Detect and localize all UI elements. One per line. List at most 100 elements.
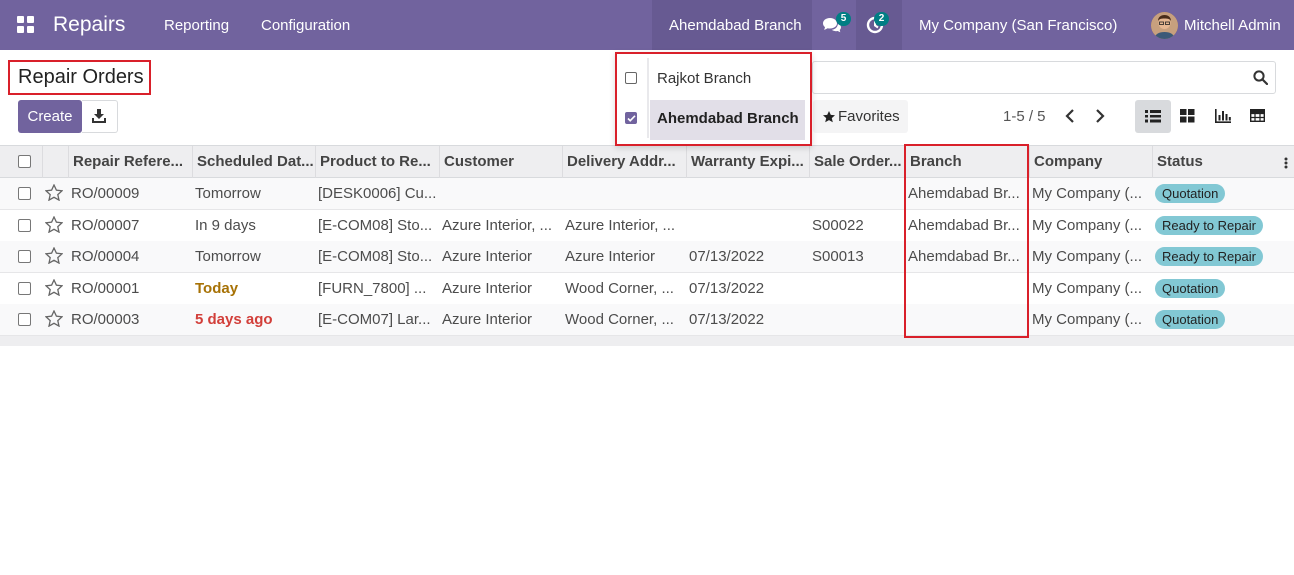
cell-status: Quotation — [1152, 178, 1274, 209]
list-icon — [1145, 110, 1161, 123]
star-outline-icon[interactable] — [45, 278, 63, 296]
column-header-product[interactable]: Product to Re... — [315, 146, 439, 178]
column-header-status[interactable]: Status — [1152, 146, 1274, 178]
table-row[interactable]: RO/00009 Tomorrow [DESK0006] Cu... Ahemdaba… — [0, 178, 1294, 210]
cell-company: My Company (... — [1032, 279, 1143, 297]
column-header-company[interactable]: Company — [1029, 146, 1152, 178]
user-menu[interactable]: Mitchell Admin — [1184, 17, 1281, 34]
kanban-view-button[interactable] — [1170, 100, 1206, 133]
cell-branch: Ahemdabad Br... — [908, 216, 1020, 234]
cell-status: Ready to Repair — [1152, 210, 1274, 241]
branch-option-checkbox[interactable] — [625, 72, 637, 84]
cell-company: My Company (... — [1032, 185, 1143, 202]
cell-delivery-address: Azure Interior, ... — [565, 216, 676, 234]
row-checkbox[interactable] — [18, 250, 31, 263]
cell-reference: RO/00007 — [71, 216, 140, 234]
table-row[interactable]: RO/00001 Today [FURN_7800] ... Azure Interi… — [0, 272, 1294, 305]
table-row[interactable]: RO/00004 Tomorrow [E-COM08] Sto... Azure In… — [0, 241, 1294, 273]
cell-scheduled-date: Tomorrow — [195, 185, 261, 202]
column-header-customer[interactable]: Customer — [439, 146, 562, 178]
export-button[interactable] — [82, 100, 118, 133]
star-outline-icon[interactable] — [45, 184, 63, 201]
apps-menu-icon[interactable] — [17, 16, 35, 34]
favorites-button[interactable]: Favorites — [813, 100, 908, 133]
table-header: Repair Refere... Scheduled Dat... Produc… — [0, 145, 1294, 178]
cell-company: My Company (... — [1032, 248, 1143, 265]
pager-value[interactable]: 1-5 / 5 — [1003, 108, 1046, 125]
column-header-branch[interactable]: Branch — [905, 146, 1029, 178]
cell-customer: Azure Interior — [442, 248, 533, 265]
column-header-warranty[interactable]: Warranty Expi... — [686, 146, 809, 178]
select-all-checkbox[interactable] — [18, 155, 31, 168]
menu-configuration[interactable]: Configuration — [261, 17, 350, 34]
status-badge: Quotation — [1155, 310, 1226, 329]
company-switcher[interactable]: My Company (San Francisco) — [919, 17, 1117, 34]
table-row[interactable]: RO/00003 5 days ago [E-COM07] Lar... Azure … — [0, 304, 1294, 336]
branch-option-rajkot[interactable]: Rajkot Branch — [617, 58, 810, 98]
cell-branch — [905, 273, 1029, 304]
menu-reporting[interactable]: Reporting — [164, 17, 229, 34]
table-row[interactable]: RO/00007 In 9 days [E-COM08] Sto... Azure I… — [0, 209, 1294, 242]
row-checkbox[interactable] — [18, 187, 31, 200]
messages-count-badge: 5 — [836, 12, 851, 26]
cell-branch: Ahemdabad Br... — [908, 185, 1020, 202]
branch-option-label: Ahemdabad Branch — [657, 110, 799, 127]
cell-product: [DESK0006] Cu... — [318, 185, 437, 202]
branch-option-ahemdabad[interactable]: Ahemdabad Branch — [617, 98, 810, 140]
column-header-delivery[interactable]: Delivery Addr... — [562, 146, 686, 178]
status-badge: Ready to Repair — [1155, 247, 1263, 266]
create-button[interactable]: Create — [18, 100, 82, 133]
star-outline-icon[interactable] — [45, 247, 63, 264]
cell-scheduled-date: Tomorrow — [195, 248, 261, 265]
cell-customer: Azure Interior — [442, 311, 533, 328]
download-icon — [92, 109, 106, 123]
optional-columns-icon[interactable] — [1284, 157, 1288, 169]
cell-delivery-address: Azure Interior — [565, 248, 656, 265]
search-icon[interactable] — [1253, 70, 1268, 85]
pivot-view-button[interactable] — [1240, 100, 1276, 133]
favorites-label: Favorites — [838, 108, 900, 125]
graph-view-button[interactable] — [1205, 100, 1241, 133]
messages-button[interactable]: 5 — [812, 0, 856, 50]
search-input[interactable] — [812, 61, 1276, 94]
page-title: Repair Orders — [8, 60, 151, 95]
star-outline-icon[interactable] — [45, 215, 63, 233]
row-checkbox[interactable] — [18, 218, 31, 232]
cell-company: My Company (... — [1032, 311, 1143, 328]
cell-customer: Azure Interior — [442, 279, 533, 297]
user-avatar[interactable] — [1151, 12, 1178, 39]
cell-reference: RO/00001 — [71, 279, 140, 297]
row-checkbox[interactable] — [18, 281, 31, 295]
branch-switcher[interactable]: Ahemdabad Branch — [652, 0, 812, 50]
column-header-reference[interactable]: Repair Refere... — [68, 146, 192, 178]
star-outline-icon[interactable] — [45, 310, 63, 327]
table-footer — [0, 336, 1294, 346]
cell-reference: RO/00003 — [71, 311, 140, 328]
row-checkbox[interactable] — [18, 313, 31, 326]
cell-delivery-address: Wood Corner, ... — [565, 279, 674, 297]
cell-warranty-expiration: 07/13/2022 — [689, 248, 765, 265]
cell-scheduled-date: Today — [195, 279, 239, 297]
column-header-sale-order[interactable]: Sale Order... — [809, 146, 905, 178]
chevron-right-icon[interactable] — [1094, 108, 1106, 124]
chevron-left-icon[interactable] — [1064, 108, 1076, 124]
branch-option-checkbox-checked[interactable] — [625, 112, 637, 124]
list-view-button[interactable] — [1135, 100, 1171, 133]
cell-product: [FURN_7800] ... — [318, 279, 427, 297]
cell-branch: Ahemdabad Br... — [908, 248, 1020, 265]
check-icon — [627, 115, 636, 122]
column-header-scheduled[interactable]: Scheduled Dat... — [192, 146, 315, 178]
cell-warranty-expiration: 07/13/2022 — [689, 311, 765, 328]
branch-switcher-label: Ahemdabad Branch — [669, 17, 802, 34]
branch-dropdown: Rajkot Branch Ahemdabad Branch — [615, 52, 812, 146]
table-icon — [1250, 109, 1265, 122]
cell-company: My Company (... — [1032, 216, 1143, 234]
cell-status: Quotation — [1152, 273, 1274, 304]
cell-warranty-expiration — [686, 210, 809, 241]
cell-product: [E-COM08] Sto... — [318, 248, 433, 265]
app-name[interactable]: Repairs — [53, 13, 125, 37]
bar-chart-icon — [1215, 109, 1231, 123]
cell-sale-order: S00022 — [812, 216, 864, 234]
top-navbar: Repairs Reporting Configuration Ahemdaba… — [0, 0, 1294, 50]
activities-button[interactable]: 2 — [856, 0, 902, 50]
